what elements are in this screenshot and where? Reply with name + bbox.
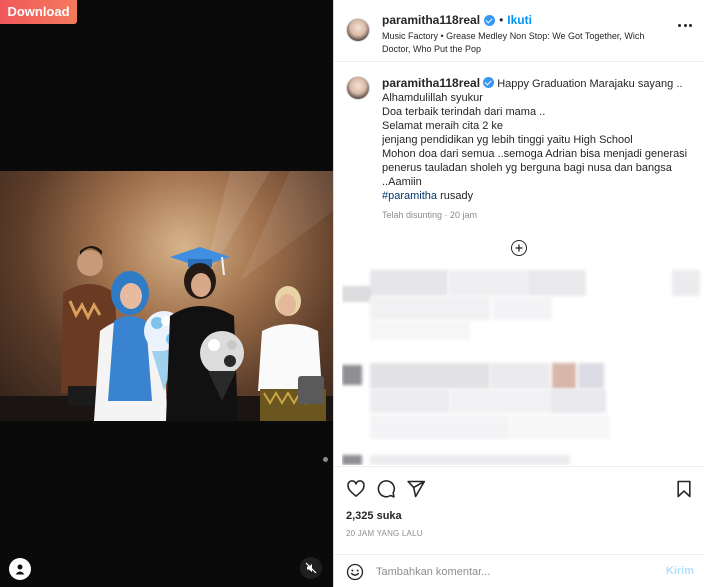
hashtag-link[interactable]: #paramitha: [382, 190, 437, 202]
like-count[interactable]: 2,325 suka: [346, 510, 402, 522]
emoji-icon[interactable]: [346, 563, 364, 581]
speaker-muted-icon: [305, 562, 317, 574]
caption-line: Mohon doa dari semua ..semoga Adrian bis…: [382, 148, 688, 174]
plus-circle-icon[interactable]: [511, 240, 527, 256]
profile-icon-glyph: [15, 564, 25, 575]
plus-icon: [515, 244, 523, 252]
more-options-icon[interactable]: [678, 24, 692, 28]
separator: •: [499, 13, 504, 27]
follow-button[interactable]: Ikuti: [507, 13, 532, 27]
bookmark-icon[interactable]: [674, 479, 694, 499]
caption-username[interactable]: paramitha118real: [382, 76, 480, 90]
post-photo[interactable]: [0, 171, 333, 421]
caption-line: Alhamdulillah syukur: [382, 92, 483, 104]
mute-icon[interactable]: [300, 557, 322, 579]
graduation-photo: [0, 171, 333, 421]
music-link[interactable]: Music Factory • Grease Medley Non Stop: …: [382, 30, 657, 56]
caption-line: jenjang pendidikan yg lebih tinggi yaitu…: [382, 134, 633, 146]
download-button[interactable]: Download: [0, 0, 77, 24]
avatar[interactable]: [346, 18, 370, 42]
verified-badge-icon: [483, 77, 495, 88]
caption-first-line: Happy Graduation Marajaku sayang ..: [497, 78, 683, 90]
post-comment-button[interactable]: Kirim: [666, 565, 694, 577]
hashtag-suffix: rusady: [437, 190, 474, 202]
edited-timestamp: Telah disunting · 20 jam: [382, 210, 478, 220]
post-timestamp: 20 JAM YANG LALU: [346, 529, 423, 538]
post-caption: paramitha118real Happy Graduation Maraja…: [382, 76, 692, 203]
profile-icon[interactable]: [9, 558, 31, 580]
verified-badge-icon: [484, 14, 496, 26]
comments-blurred: [342, 250, 704, 465]
username-link[interactable]: paramitha118real: [382, 13, 480, 27]
header-user-row: paramitha118real • Ikuti: [382, 13, 532, 27]
post-header: paramitha118real • Ikuti Music Factory •…: [334, 0, 704, 62]
carousel-dot: [323, 457, 328, 462]
caption-line: ..Aamiin: [382, 176, 422, 188]
caption-avatar[interactable]: [346, 76, 370, 100]
comment-icon[interactable]: [376, 479, 396, 499]
media-pane[interactable]: Download: [0, 0, 333, 587]
action-bar: 2,325 suka 20 JAM YANG LALU Kirim: [334, 466, 704, 587]
heart-icon[interactable]: [346, 479, 366, 499]
caption-line: Doa terbaik terindah dari mama ..: [382, 106, 546, 118]
caption-line: Selamat meraih cita 2 ke: [382, 120, 504, 132]
comment-input[interactable]: [376, 555, 656, 587]
share-icon[interactable]: [406, 479, 426, 499]
post-details: paramitha118real • Ikuti Music Factory •…: [333, 0, 704, 587]
comment-bar: Kirim: [334, 554, 704, 587]
